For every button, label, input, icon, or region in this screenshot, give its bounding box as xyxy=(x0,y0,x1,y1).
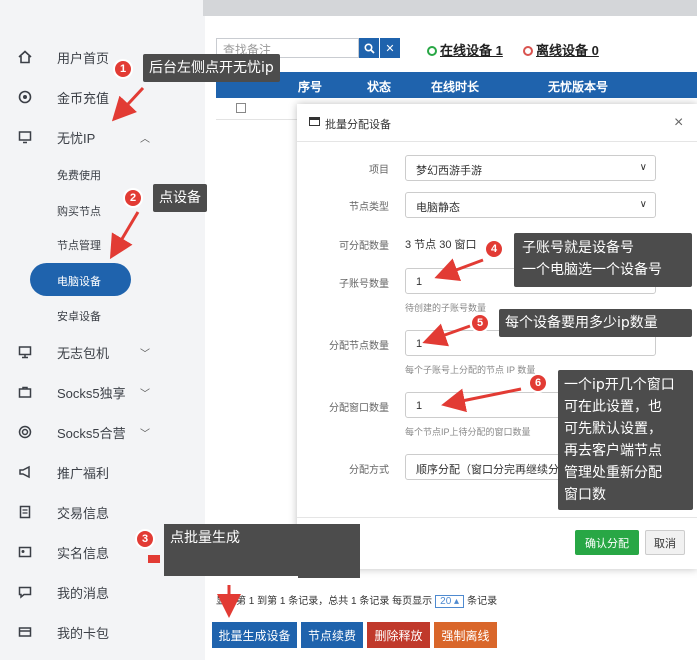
submenu-android-device[interactable]: 安卓设备 xyxy=(57,308,101,324)
annotation-badge-6: 6 xyxy=(528,373,548,393)
online-status-icon xyxy=(427,46,437,56)
sidebar-item-recharge[interactable]: 金币充值 xyxy=(0,77,200,117)
close-icon: ✕ xyxy=(385,42,395,55)
modal-header: 批量分配设备 × xyxy=(297,104,697,142)
pagination-info: 显示第 1 到第 1 条记录，总共 1 条记录 每页显示 20 ▴ 条记录 xyxy=(216,595,498,608)
page-size-select[interactable]: 20 ▴ xyxy=(435,595,465,608)
cancel-button[interactable]: 取消 xyxy=(645,530,685,555)
chevron-up-icon: ︿ xyxy=(140,133,150,145)
col-version: 无忧版本号 xyxy=(548,80,609,94)
annotation-note-5: 每个设备要用多少ip数量 xyxy=(499,309,692,337)
search-button[interactable] xyxy=(359,38,379,58)
search-icon xyxy=(363,42,375,54)
submenu-free[interactable]: 免费使用 xyxy=(57,167,101,183)
desktop-icon xyxy=(17,344,33,360)
confirm-button[interactable]: 确认分配 xyxy=(575,530,639,555)
table-header: 序号 状态 在线时长 无忧版本号 xyxy=(216,72,697,98)
submenu-pc-device-label: 电脑设备 xyxy=(57,276,101,288)
modal-title: 批量分配设备 xyxy=(325,119,391,131)
offline-devices-link[interactable]: 离线设备 0 xyxy=(523,40,599,59)
annotation-badge-4: 4 xyxy=(484,239,504,259)
submenu-buy-node[interactable]: 购买节点 xyxy=(57,203,101,219)
sidebar-item-label: 实名信息 xyxy=(57,545,110,561)
sidebar-item-socks5-shared[interactable]: Socks5合营 ﹀ xyxy=(0,412,200,452)
annotation-badge-2: 2 xyxy=(123,188,143,208)
annotation-badge-5: 5 xyxy=(470,313,490,333)
home-icon xyxy=(17,49,33,65)
sidebar-item-dedicated[interactable]: 无志包机 ﹀ xyxy=(0,332,200,372)
id-card-icon xyxy=(17,544,33,560)
window-icon xyxy=(309,117,320,126)
megaphone-icon xyxy=(17,464,33,480)
col-online-time: 在线时长 xyxy=(431,80,480,94)
project-select[interactable]: 梦幻西游手游 ∨ xyxy=(405,155,656,181)
sidebar-item-label: Socks5合营 xyxy=(57,425,126,441)
sidebar-item-label: 用户首页 xyxy=(57,50,110,66)
redaction-block xyxy=(298,548,360,578)
modal-divider xyxy=(297,517,697,518)
annotation-badge-1: 1 xyxy=(113,59,133,79)
method-label: 分配方式 xyxy=(349,465,389,476)
node-type-label: 节点类型 xyxy=(349,202,389,213)
monitor-icon xyxy=(17,129,33,145)
sidebar-item-label: 我的消息 xyxy=(57,585,110,601)
available-value: 3 节点 30 窗口 xyxy=(405,239,477,251)
project-label: 项目 xyxy=(369,165,389,176)
sub-account-help: 待创建的子账号数量 xyxy=(405,303,487,313)
online-devices-link[interactable]: 在线设备 1 xyxy=(427,40,503,59)
sidebar-item-label: 无志包机 xyxy=(57,345,110,361)
available-label: 可分配数量 xyxy=(339,241,389,252)
node-renew-button[interactable]: 节点续费 xyxy=(301,622,363,648)
sidebar-item-socks5-exclusive[interactable]: Socks5独享 ﹀ xyxy=(0,372,200,412)
node-type-select[interactable]: 电脑静态 ∨ xyxy=(405,192,656,218)
briefcase-icon xyxy=(17,384,33,400)
chevron-down-icon: ∨ xyxy=(639,162,647,173)
chevron-down-icon: ﹀ xyxy=(140,348,150,360)
chevron-down-icon: ﹀ xyxy=(140,428,150,440)
coin-icon xyxy=(17,89,33,105)
sidebar-item-label: 推广福利 xyxy=(57,465,110,481)
card-icon xyxy=(17,624,33,640)
chevron-down-icon: ﹀ xyxy=(140,388,150,400)
sidebar-item-card[interactable]: 我的卡包 xyxy=(0,612,200,652)
batch-generate-button[interactable]: 批量生成设备 xyxy=(212,622,297,648)
window-count-help: 每个节点IP上待分配的窗口数量 xyxy=(405,427,531,437)
offline-status-icon xyxy=(523,46,533,56)
red-marker xyxy=(148,555,160,563)
window-count-label: 分配窗口数量 xyxy=(329,403,389,414)
document-icon xyxy=(17,504,33,520)
col-status: 状态 xyxy=(367,80,392,94)
node-count-help: 每个子账号上分配的节点 IP 数量 xyxy=(405,365,536,375)
annotation-badge-3: 3 xyxy=(135,529,155,549)
sidebar-item-label: Socks5独享 xyxy=(57,385,126,401)
annotation-note-2: 点设备 xyxy=(153,184,207,212)
annotation-note-6: 一个ip开几个窗口 可在此设置，也 可先默认设置， 再去客户端节点 管理处重新分… xyxy=(558,370,693,510)
node-count-label: 分配节点数量 xyxy=(329,341,389,352)
close-icon[interactable]: × xyxy=(674,114,683,132)
target-icon xyxy=(17,424,33,440)
sidebar-item-label: 金币充值 xyxy=(57,90,110,106)
sidebar-item-label: 无忧IP xyxy=(57,130,96,146)
sidebar-item-label: 我的卡包 xyxy=(57,625,110,641)
annotation-note-1: 后台左侧点开无忧ip xyxy=(143,54,280,82)
force-offline-button[interactable]: 强制离线 xyxy=(434,622,497,648)
chevron-down-icon: ∨ xyxy=(639,199,647,210)
delete-release-button[interactable]: 删除释放 xyxy=(367,622,430,648)
sidebar-item-promotion[interactable]: 推广福利 xyxy=(0,452,200,492)
top-shadow xyxy=(203,0,697,16)
annotation-note-4: 子账号就是设备号 一个电脑选一个设备号 xyxy=(514,233,692,287)
submenu-node-manage[interactable]: 节点管理 xyxy=(57,237,101,253)
sidebar-item-messages[interactable]: 我的消息 xyxy=(0,572,200,612)
sidebar-item-label: 交易信息 xyxy=(57,505,110,521)
sidebar-item-wuyou-ip[interactable]: 无忧IP ︿ xyxy=(0,117,200,157)
clear-button[interactable]: ✕ xyxy=(380,38,400,58)
sub-account-label: 子账号数量 xyxy=(339,279,389,290)
col-index: 序号 xyxy=(298,80,323,94)
message-icon xyxy=(17,584,33,600)
row-checkbox[interactable] xyxy=(236,103,246,113)
